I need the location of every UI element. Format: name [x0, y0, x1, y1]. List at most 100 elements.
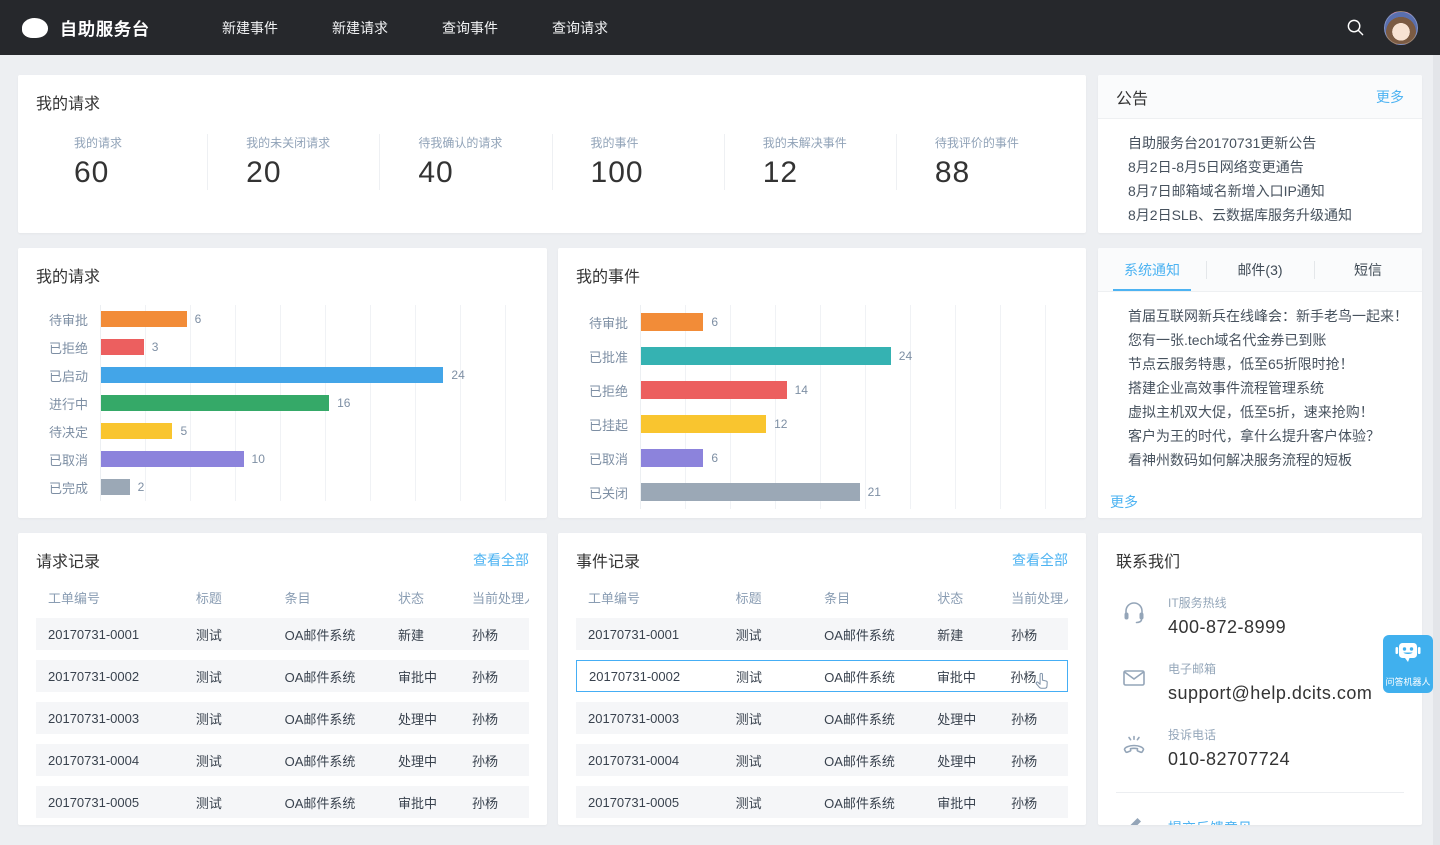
nav-item-query-request[interactable]: 查询请求 — [538, 12, 622, 44]
nav-item-new-incident[interactable]: 新建事件 — [208, 12, 292, 44]
table-row[interactable]: 20170731-0004测试OA邮件系统处理中孙杨 — [36, 744, 529, 776]
list-item[interactable]: 节点云服务特惠，低至65折限时抢！ — [1116, 352, 1404, 376]
list-item[interactable]: 客户为王的时代，拿什么提升客户体验？ — [1116, 424, 1404, 448]
contact-us-panel: 联系我们 IT服务热线 400-872-8999 — [1098, 533, 1422, 825]
table-cell: 测试 — [724, 625, 813, 644]
user-avatar[interactable] — [1384, 11, 1418, 45]
tab-1[interactable]: 邮件(3) — [1206, 248, 1314, 291]
list-item[interactable]: 搭建企业高效事件流程管理系统 — [1116, 376, 1404, 400]
event-records-panel: 事件记录 查看全部 工单编号标题条目状态当前处理人20170731-0001测试… — [558, 533, 1086, 825]
table-cell: 20170731-0002 — [577, 669, 724, 684]
table-row[interactable]: 20170731-0001测试OA邮件系统新建孙杨 — [576, 618, 1068, 650]
table-row[interactable]: 20170731-0003测试OA邮件系统处理中孙杨 — [36, 702, 529, 734]
table-cell: 20170731-0003 — [576, 711, 724, 726]
chart-value-label: 14 — [795, 383, 808, 397]
chart-category-label: 已启动 — [36, 366, 88, 385]
chart-value-label: 6 — [195, 312, 202, 326]
chart-bar — [641, 313, 703, 331]
list-item[interactable]: 首届互联网新兵在线峰会：新手老鸟一起来！ — [1116, 304, 1404, 328]
search-icon[interactable] — [1342, 15, 1368, 41]
column-header: 状态 — [386, 588, 460, 607]
nav-item-query-incident[interactable]: 查询事件 — [428, 12, 512, 44]
stat-label: 我的请求 — [74, 134, 207, 151]
request-records-view-all-link[interactable]: 查看全部 — [473, 550, 529, 570]
chart-row: 待决定 5 — [36, 417, 529, 445]
chart-category-label: 已关闭 — [576, 483, 628, 502]
table-cell: 测试 — [724, 793, 813, 812]
hand-cursor-icon — [1032, 672, 1051, 694]
table-row[interactable]: 20170731-0004测试OA邮件系统处理中孙杨 — [576, 744, 1068, 776]
stat-label: 我的未解决事件 — [763, 134, 896, 151]
chart-bar — [101, 423, 172, 439]
notifications-more-link[interactable]: 更多 — [1110, 492, 1138, 512]
chart-row: 已取消6 — [576, 441, 1068, 475]
stat-value: 88 — [935, 156, 1068, 190]
list-item[interactable]: 看神州数码如何解决服务流程的短板 — [1116, 448, 1404, 472]
chart-row: 已取消10 — [36, 445, 529, 473]
table-row[interactable]: 20170731-0001测试OA邮件系统新建孙杨 — [36, 618, 529, 650]
phone-icon — [1120, 730, 1148, 770]
stat-value: 40 — [418, 156, 551, 190]
chart-track: 5 — [100, 417, 529, 445]
chart-row: 待审批6 — [576, 305, 1068, 339]
table-row[interactable]: 20170731-0002测试OA邮件系统审批中孙杨 — [36, 660, 529, 692]
request-records-table: 工单编号标题条目状态当前处理人20170731-0001测试OA邮件系统新建孙杨… — [36, 584, 529, 818]
chart-bar — [641, 415, 766, 433]
chatbot-button[interactable]: 问答机器人 — [1383, 635, 1433, 693]
chart-category-label: 待决定 — [36, 422, 88, 441]
announcements-list: 自助服务台20170731更新公告8月2日-8月5日网络变更通告8月7日邮箱域名… — [1098, 119, 1422, 233]
table-cell: 测试 — [724, 709, 813, 728]
column-header: 当前处理人 — [460, 588, 529, 607]
table-row[interactable]: 20170731-0003测试OA邮件系统处理中孙杨 — [576, 702, 1068, 734]
tab-0[interactable]: 系统通知 — [1098, 248, 1206, 291]
table-row[interactable]: 20170731-0002测试OA邮件系统审批中孙杨 — [576, 660, 1068, 692]
hotline-number: 400-872-8999 — [1168, 617, 1286, 638]
tab-2[interactable]: 短信 — [1314, 248, 1422, 291]
chart-category-label: 进行中 — [36, 394, 88, 413]
list-item[interactable]: 虚拟主机双大促，低至5折，速来抢购！ — [1116, 400, 1404, 424]
my-incidents-chart-panel: 我的事件 待审批6已批准24已拒绝14已挂起12已取消6已关闭21 — [558, 248, 1086, 518]
list-item[interactable]: 8月2日SLB、云数据库服务升级通知 — [1116, 203, 1404, 227]
chart-bar — [641, 347, 891, 365]
chart-bar — [101, 479, 130, 495]
list-item[interactable]: 您有一张.tech域名代金券已到账 — [1116, 328, 1404, 352]
my-requests-chart-panel: 我的请求 待审批6已拒绝3已启动24进行中16待决定5已取消10已完成2 — [18, 248, 547, 518]
chart-category-label: 已完成 — [36, 478, 88, 497]
table-row[interactable]: 20170731-0005测试OA邮件系统审批中孙杨 — [576, 786, 1068, 818]
chart-category-label: 已拒绝 — [576, 381, 628, 400]
column-header: 工单编号 — [36, 588, 184, 607]
chart-row: 已拒绝 14 — [576, 373, 1068, 407]
chart-track: 16 — [100, 389, 529, 417]
chart-track: 6 — [100, 305, 529, 333]
chart-value-label: 2 — [138, 480, 145, 494]
chart-track: 10 — [100, 445, 529, 473]
table-cell: 审批中 — [925, 667, 999, 686]
chart-value-label: 24 — [899, 349, 912, 363]
table-cell: 20170731-0001 — [36, 627, 184, 642]
list-item[interactable]: 8月2日-8月5日网络变更通告 — [1116, 155, 1404, 179]
table-cell: 孙杨 — [999, 793, 1068, 812]
table-cell: 测试 — [184, 625, 273, 644]
event-records-table: 工单编号标题条目状态当前处理人 20170731-0001测试OA邮件系统新建孙杨… — [576, 584, 1068, 818]
scrollbar[interactable] — [1433, 55, 1440, 845]
chart-track: 6 — [640, 441, 1068, 475]
table-cell: 20170731-0001 — [576, 627, 724, 642]
table-header-row: 工单编号标题条目状态当前处理人 — [576, 584, 1068, 610]
contact-complaint-item: 投诉电话 010-82707724 — [1116, 726, 1404, 770]
table-cell: 审批中 — [386, 793, 460, 812]
table-cell: OA邮件系统 — [812, 625, 925, 644]
requests-chart-title: 我的请求 — [36, 263, 529, 287]
chart-category-label: 待审批 — [36, 310, 88, 329]
complaint-number: 010-82707724 — [1168, 749, 1290, 770]
table-row[interactable]: 20170731-0005测试OA邮件系统审批中孙杨 — [36, 786, 529, 818]
event-records-view-all-link[interactable]: 查看全部 — [1012, 550, 1068, 570]
nav-item-new-request[interactable]: 新建请求 — [318, 12, 402, 44]
list-item[interactable]: 自助服务台20170731更新公告 — [1116, 131, 1404, 155]
chart-bar — [641, 483, 860, 501]
incidents-chart-title: 我的事件 — [576, 263, 1068, 287]
submit-feedback-link[interactable]: 提交反馈意见 — [1116, 792, 1404, 825]
list-item[interactable]: 8月7日邮箱域名新增入口IP通知 — [1116, 179, 1404, 203]
announcements-more-link[interactable]: 更多 — [1376, 87, 1404, 107]
table-cell: 孙杨 — [999, 751, 1068, 770]
stat-value: 20 — [246, 156, 379, 190]
